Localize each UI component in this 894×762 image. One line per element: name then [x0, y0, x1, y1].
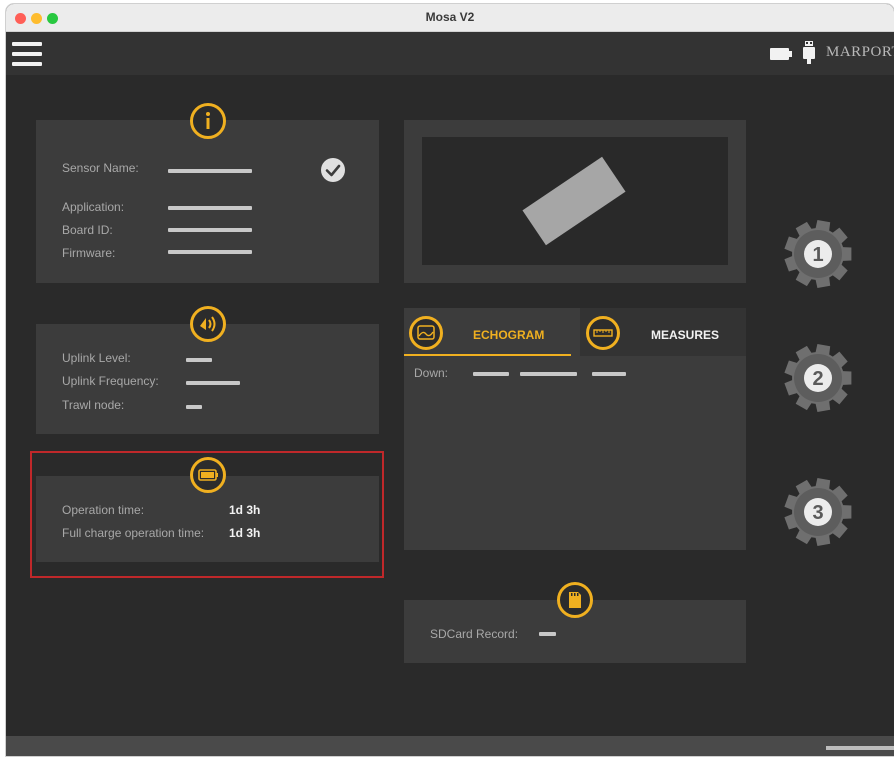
- operation-time-value: 1d 3h: [229, 503, 261, 517]
- gear-number-label: 1: [812, 244, 823, 266]
- application-value: [168, 206, 252, 210]
- gear-number-label: 2: [812, 368, 823, 390]
- tab-measures-label: MEASURES: [651, 328, 720, 342]
- gear-1-button[interactable]: 1: [774, 210, 862, 298]
- firmware-value: [168, 250, 252, 254]
- firmware-label: Firmware:: [62, 246, 116, 260]
- battery-icon: [770, 48, 792, 60]
- trawl-node-value: [186, 405, 202, 409]
- sensor-name-value: [168, 169, 252, 173]
- sensor-model-shape: [522, 156, 626, 246]
- status-bar-indicator: [826, 746, 894, 750]
- brand-logo: MARPORT: [826, 44, 894, 60]
- application-label: Application:: [62, 200, 125, 214]
- full-charge-operation-time-label: Full charge operation time:: [62, 526, 205, 540]
- uplink-level-value: [186, 358, 212, 362]
- gear-number-label: 3: [812, 502, 823, 524]
- down-label: Down:: [414, 366, 449, 380]
- tab-echogram[interactable]: ECHOGRAM: [404, 308, 571, 356]
- check-circle-icon: [321, 158, 345, 182]
- tab-measures[interactable]: MEASURES: [580, 308, 746, 356]
- echogram-icon: [409, 316, 443, 350]
- uplink-frequency-value: [186, 381, 240, 385]
- trawl-node-label: Trawl node:: [62, 398, 125, 412]
- app-window: Mosa V2 MARPORT Sensor Name: Application: [6, 4, 894, 756]
- gear-3-button[interactable]: 3: [774, 468, 862, 556]
- usb-icon: [803, 41, 815, 64]
- sensor-name-label: Sensor Name:: [62, 161, 139, 175]
- hamburger-menu-icon[interactable]: [12, 42, 42, 66]
- uplink-level-label: Uplink Level:: [62, 351, 131, 365]
- title-bar[interactable]: Mosa V2: [6, 4, 894, 32]
- tab-echogram-label: ECHOGRAM: [473, 328, 545, 342]
- board-id-value: [168, 228, 252, 232]
- info-icon: [190, 103, 226, 139]
- window-title: Mosa V2: [425, 10, 475, 24]
- sdcard-icon: [557, 582, 593, 618]
- ruler-icon: [586, 316, 620, 350]
- down-value-1: [473, 372, 509, 376]
- board-id-label: Board ID:: [62, 223, 113, 237]
- full-charge-operation-time-value: 1d 3h: [229, 526, 261, 540]
- down-value-3: [592, 372, 626, 376]
- battery-icon: [190, 457, 226, 493]
- down-value-2: [520, 372, 577, 376]
- operation-time-label: Operation time:: [62, 503, 145, 517]
- uplink-frequency-label: Uplink Frequency:: [62, 374, 159, 388]
- uplink-sound-icon: [190, 306, 226, 342]
- gear-2-button[interactable]: 2: [774, 334, 862, 422]
- app-toolbar: MARPORT: [6, 32, 894, 75]
- sdcard-record-value: [539, 632, 556, 636]
- sdcard-record-label: SDCard Record:: [430, 627, 519, 641]
- sensor-3d-viewport[interactable]: [422, 137, 728, 265]
- status-bar: [6, 736, 894, 756]
- active-tab-indicator: [404, 354, 571, 356]
